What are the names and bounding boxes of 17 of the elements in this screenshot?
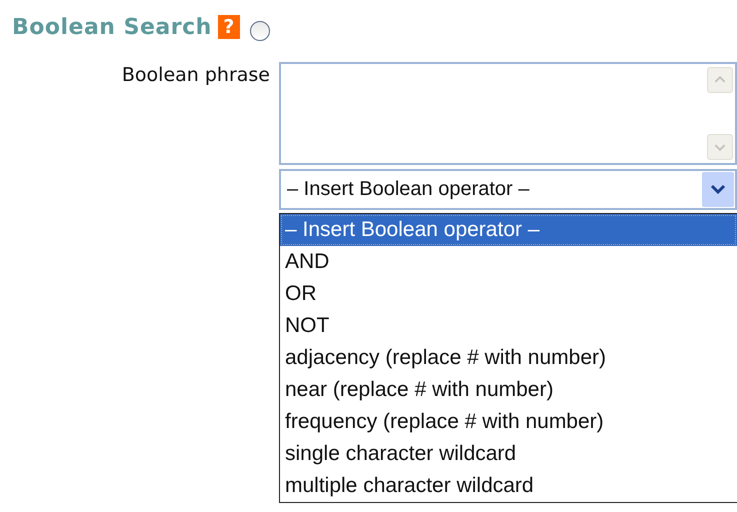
operator-select[interactable]: – Insert Boolean operator – bbox=[279, 169, 737, 210]
dropdown-option[interactable]: OR bbox=[280, 278, 737, 310]
dropdown-option[interactable]: single character wildcard bbox=[280, 438, 737, 470]
dropdown-option[interactable]: near (replace # with number) bbox=[280, 374, 737, 406]
dropdown-option[interactable]: adjacency (replace # with number) bbox=[280, 342, 737, 374]
dropdown-caret-icon[interactable] bbox=[702, 172, 734, 207]
dropdown-option[interactable]: NOT bbox=[280, 310, 737, 342]
phrase-text-area[interactable] bbox=[279, 62, 737, 165]
dropdown-option[interactable]: multiple character wildcard bbox=[280, 470, 737, 502]
scroll-up-icon[interactable] bbox=[707, 67, 733, 93]
dropdown-option[interactable]: frequency (replace # with number) bbox=[280, 406, 737, 438]
scroll-down-icon[interactable] bbox=[707, 134, 733, 160]
section-title: Boolean Search bbox=[12, 14, 212, 40]
dropdown-option[interactable]: – Insert Boolean operator – bbox=[280, 214, 737, 246]
dropdown-option[interactable]: AND bbox=[280, 246, 737, 278]
radio-button[interactable] bbox=[250, 21, 270, 41]
field-label: Boolean phrase bbox=[120, 63, 270, 88]
